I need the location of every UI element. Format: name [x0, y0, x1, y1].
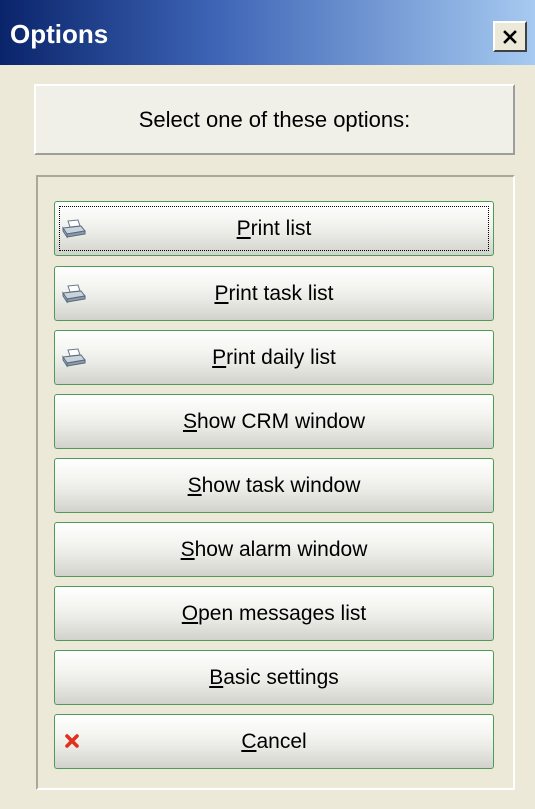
show-alarm-window-button[interactable]: Show alarm window [54, 522, 494, 577]
print-task-list-button[interactable]: Print task list [54, 266, 494, 321]
options-window: Options Select one of these options: Pri… [0, 0, 535, 809]
printer-icon [61, 218, 87, 239]
print-daily-list-button[interactable]: Print daily list [54, 330, 494, 385]
close-button[interactable] [493, 21, 527, 52]
open-messages-list-button[interactable]: Open messages list [54, 586, 494, 641]
show-crm-window-button[interactable]: Show CRM window [54, 394, 494, 449]
focus-ring [59, 206, 489, 251]
instruction-panel: Select one of these options: [34, 84, 515, 155]
button-label: Show CRM window [182, 409, 366, 433]
button-label: Show task window [187, 473, 361, 497]
button-label: Show alarm window [180, 537, 368, 561]
title-bar[interactable]: Options [0, 0, 535, 65]
close-icon [503, 29, 517, 44]
print-list-button[interactable]: Print list [54, 201, 494, 256]
printer-icon [61, 283, 87, 304]
cancel-button[interactable]: Cancel [54, 714, 494, 769]
cancel-x-icon [61, 732, 87, 752]
instruction-text: Select one of these options: [138, 106, 411, 132]
button-label: Print task list [214, 281, 334, 305]
button-label: Open messages list [181, 601, 367, 625]
basic-settings-button[interactable]: Basic settings [54, 650, 494, 705]
button-label: Basic settings [209, 665, 339, 689]
button-label: Cancel [241, 729, 307, 753]
printer-icon [61, 347, 87, 368]
window-title: Options [10, 19, 109, 49]
button-label: Print daily list [212, 345, 336, 369]
show-task-window-button[interactable]: Show task window [54, 458, 494, 513]
